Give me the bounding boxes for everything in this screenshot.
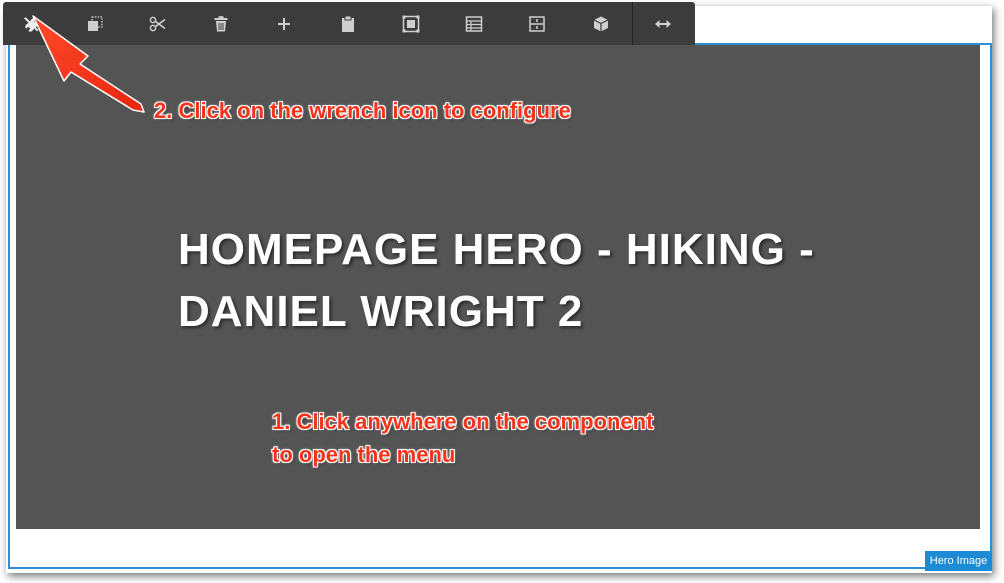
copy-button[interactable]: [75, 2, 115, 45]
hero-title: HOMEPAGE HERO - HIKING - DANIEL WRIGHT 2: [178, 219, 898, 343]
hero-title-line-2: DANIEL WRIGHT 2: [178, 287, 584, 336]
resize-button[interactable]: [643, 2, 683, 45]
scissors-icon: [149, 16, 166, 31]
layout-icon: [465, 15, 483, 32]
wrench-icon: [24, 16, 39, 32]
clipboard-icon: [342, 15, 354, 32]
wrench-button[interactable]: [13, 2, 53, 45]
annotation-step1-line2: to open the menu: [272, 442, 456, 467]
group-icon: [402, 15, 420, 32]
convert-button[interactable]: [581, 2, 621, 45]
trash-icon: [214, 15, 228, 31]
toolbar-separator: [632, 2, 633, 45]
annotation-step2: 2. Click on the wrench icon to configure: [154, 98, 571, 123]
layout-button[interactable]: [517, 2, 557, 45]
insert-button[interactable]: [264, 2, 304, 45]
cube-icon: [593, 16, 609, 31]
hero-title-line-1: HOMEPAGE HERO - HIKING -: [178, 225, 815, 274]
group-button[interactable]: [391, 2, 431, 45]
parent-button[interactable]: [454, 2, 494, 45]
paste-button[interactable]: [328, 2, 368, 45]
cut-button[interactable]: [138, 2, 178, 45]
component-toolbar: [3, 2, 695, 45]
annotation-step1-line1: 1. Click anywhere on the component: [272, 409, 654, 434]
panel-icon: [529, 15, 545, 32]
plus-icon: [278, 17, 290, 30]
copy-icon: [88, 15, 103, 31]
component-type-badge: Hero Image: [925, 551, 992, 571]
delete-button[interactable]: [201, 2, 241, 45]
arrows-horizontal-icon: [655, 19, 671, 28]
